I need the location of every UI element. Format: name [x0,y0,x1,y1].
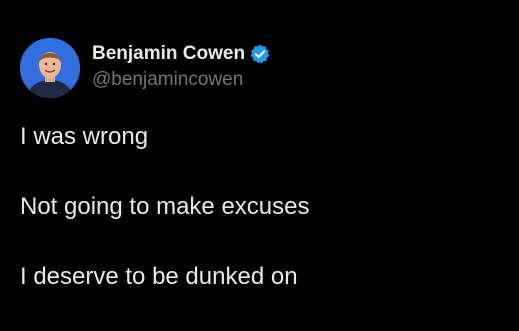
tweet-text: I was wrong Not going to make excuses I … [20,121,500,331]
verified-badge-icon[interactable] [249,43,271,65]
avatar[interactable] [20,38,80,98]
author-identity: Benjamin Cowen @benjamincowen [92,42,271,91]
tweet-header: Benjamin Cowen @benjamincowen [20,38,271,98]
name-row: Benjamin Cowen [92,42,271,66]
tweet-line: I deserve to be dunked on [20,263,298,290]
profile-photo-image [20,38,80,98]
author-display-name[interactable]: Benjamin Cowen [92,43,245,65]
tweet-line: I was wrong [20,123,149,150]
author-handle[interactable]: @benjamincowen [92,69,271,91]
tweet-line: Not going to make excuses [20,193,310,220]
tweet-card: Benjamin Cowen @benjamincowen I was wron… [0,0,519,312]
